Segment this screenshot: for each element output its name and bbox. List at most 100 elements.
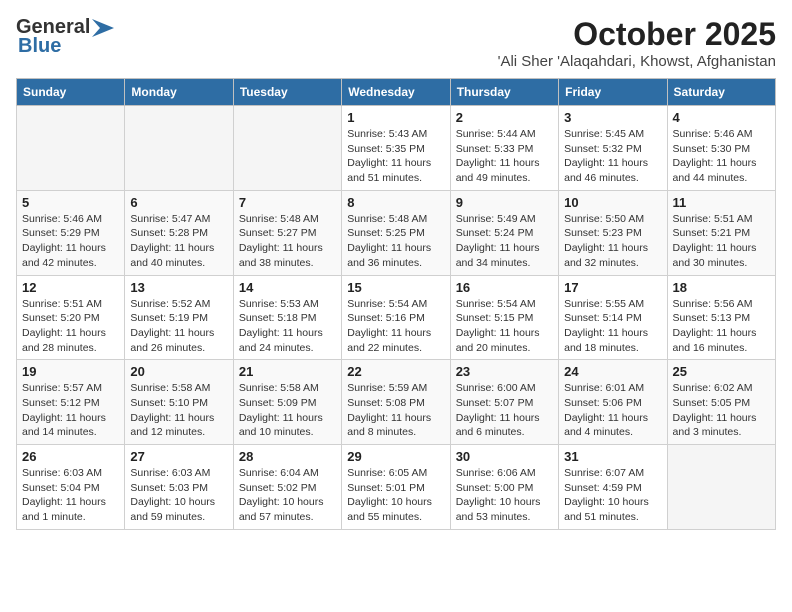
day-number: 28 xyxy=(239,449,336,464)
calendar-day-cell: 22 Sunrise: 5:59 AMSunset: 5:08 PMDayligh… xyxy=(342,360,450,445)
logo-arrow-icon xyxy=(92,19,114,37)
calendar-week-row: 26 Sunrise: 6:03 AMSunset: 5:04 PMDayligh… xyxy=(17,445,776,530)
calendar-day-cell: 29 Sunrise: 6:05 AMSunset: 5:01 PMDayligh… xyxy=(342,445,450,530)
day-number: 18 xyxy=(673,280,770,295)
calendar-day-cell: 25Sunrise: 6:02 AMSunset: 5:05 PMDayligh… xyxy=(667,360,775,445)
day-info: Sunrise: 5:48 AMSunset: 5:27 PMDaylight:… xyxy=(239,212,336,271)
day-number: 12 xyxy=(22,280,119,295)
day-info: Sunrise: 5:55 AMSunset: 5:14 PMDaylight:… xyxy=(564,297,661,356)
calendar-day-cell: 16 Sunrise: 5:54 AMSunset: 5:15 PMDayligh… xyxy=(450,275,558,360)
calendar-day-cell: 14 Sunrise: 5:53 AMSunset: 5:18 PMDayligh… xyxy=(233,275,341,360)
calendar-day-cell: 24 Sunrise: 6:01 AMSunset: 5:06 PMDayligh… xyxy=(559,360,667,445)
weekday-header: Sunday xyxy=(17,79,125,106)
calendar-day-cell: 7 Sunrise: 5:48 AMSunset: 5:27 PMDaylight… xyxy=(233,190,341,275)
calendar-day-cell: 19 Sunrise: 5:57 AMSunset: 5:12 PMDayligh… xyxy=(17,360,125,445)
calendar-week-row: 12 Sunrise: 5:51 AMSunset: 5:20 PMDayligh… xyxy=(17,275,776,360)
day-info: Sunrise: 5:51 AMSunset: 5:20 PMDaylight:… xyxy=(22,297,119,356)
day-number: 21 xyxy=(239,364,336,379)
day-info: Sunrise: 6:04 AMSunset: 5:02 PMDaylight:… xyxy=(239,466,336,525)
calendar-day-cell: 4 Sunrise: 5:46 AMSunset: 5:30 PMDaylight… xyxy=(667,106,775,191)
day-number: 20 xyxy=(130,364,227,379)
day-info: Sunrise: 5:50 AMSunset: 5:23 PMDaylight:… xyxy=(564,212,661,271)
calendar-day-cell: 31 Sunrise: 6:07 AMSunset: 4:59 PMDayligh… xyxy=(559,445,667,530)
calendar-day-cell: 17 Sunrise: 5:55 AMSunset: 5:14 PMDayligh… xyxy=(559,275,667,360)
day-info: Sunrise: 5:49 AMSunset: 5:24 PMDaylight:… xyxy=(456,212,553,271)
day-info: Sunrise: 6:06 AMSunset: 5:00 PMDaylight:… xyxy=(456,466,553,525)
calendar-week-row: 5 Sunrise: 5:46 AMSunset: 5:29 PMDaylight… xyxy=(17,190,776,275)
day-info: Sunrise: 5:53 AMSunset: 5:18 PMDaylight:… xyxy=(239,297,336,356)
calendar-day-cell: 27 Sunrise: 6:03 AMSunset: 5:03 PMDayligh… xyxy=(125,445,233,530)
day-info: Sunrise: 5:58 AMSunset: 5:09 PMDaylight:… xyxy=(239,381,336,440)
day-info: Sunrise: 5:48 AMSunset: 5:25 PMDaylight:… xyxy=(347,212,444,271)
weekday-header: Thursday xyxy=(450,79,558,106)
day-number: 10 xyxy=(564,195,661,210)
day-number: 22 xyxy=(347,364,444,379)
day-number: 1 xyxy=(347,110,444,125)
calendar-day-cell: 8 Sunrise: 5:48 AMSunset: 5:25 PMDaylight… xyxy=(342,190,450,275)
day-info: Sunrise: 5:54 AMSunset: 5:15 PMDaylight:… xyxy=(456,297,553,356)
calendar-day-cell: 1 Sunrise: 5:43 AMSunset: 5:35 PMDaylight… xyxy=(342,106,450,191)
day-info: Sunrise: 5:45 AMSunset: 5:32 PMDaylight:… xyxy=(564,127,661,186)
day-number: 27 xyxy=(130,449,227,464)
calendar-day-cell: 15 Sunrise: 5:54 AMSunset: 5:16 PMDayligh… xyxy=(342,275,450,360)
day-number: 14 xyxy=(239,280,336,295)
day-number: 19 xyxy=(22,364,119,379)
weekday-header: Saturday xyxy=(667,79,775,106)
day-number: 25 xyxy=(673,364,770,379)
calendar-day-cell: 18Sunrise: 5:56 AMSunset: 5:13 PMDayligh… xyxy=(667,275,775,360)
logo: General Blue xyxy=(16,16,114,58)
day-number: 8 xyxy=(347,195,444,210)
calendar-day-cell: 9 Sunrise: 5:49 AMSunset: 5:24 PMDaylight… xyxy=(450,190,558,275)
calendar-week-row: 1 Sunrise: 5:43 AMSunset: 5:35 PMDaylight… xyxy=(17,106,776,191)
calendar-table: SundayMondayTuesdayWednesdayThursdayFrid… xyxy=(16,78,776,530)
day-number: 17 xyxy=(564,280,661,295)
calendar-day-cell xyxy=(17,106,125,191)
day-info: Sunrise: 5:57 AMSunset: 5:12 PMDaylight:… xyxy=(22,381,119,440)
day-number: 2 xyxy=(456,110,553,125)
calendar-day-cell xyxy=(233,106,341,191)
day-number: 24 xyxy=(564,364,661,379)
day-info: Sunrise: 5:44 AMSunset: 5:33 PMDaylight:… xyxy=(456,127,553,186)
day-number: 26 xyxy=(22,449,119,464)
day-number: 9 xyxy=(456,195,553,210)
calendar-week-row: 19 Sunrise: 5:57 AMSunset: 5:12 PMDayligh… xyxy=(17,360,776,445)
day-number: 3 xyxy=(564,110,661,125)
day-info: Sunrise: 5:46 AMSunset: 5:30 PMDaylight:… xyxy=(673,127,770,186)
calendar-day-cell: 11 Sunrise: 5:51 AMSunset: 5:21 PMDayligh… xyxy=(667,190,775,275)
calendar-day-cell: 21 Sunrise: 5:58 AMSunset: 5:09 PMDayligh… xyxy=(233,360,341,445)
day-info: Sunrise: 5:54 AMSunset: 5:16 PMDaylight:… xyxy=(347,297,444,356)
day-info: Sunrise: 5:43 AMSunset: 5:35 PMDaylight:… xyxy=(347,127,444,186)
day-number: 5 xyxy=(22,195,119,210)
day-number: 23 xyxy=(456,364,553,379)
day-number: 7 xyxy=(239,195,336,210)
day-info: Sunrise: 6:05 AMSunset: 5:01 PMDaylight:… xyxy=(347,466,444,525)
day-info: Sunrise: 6:03 AMSunset: 5:04 PMDaylight:… xyxy=(22,466,119,525)
day-info: Sunrise: 6:01 AMSunset: 5:06 PMDaylight:… xyxy=(564,381,661,440)
day-number: 15 xyxy=(347,280,444,295)
day-number: 4 xyxy=(673,110,770,125)
day-number: 16 xyxy=(456,280,553,295)
page-subtitle: 'Ali Sher 'Alaqahdari, Khowst, Afghanist… xyxy=(498,53,776,70)
day-info: Sunrise: 6:03 AMSunset: 5:03 PMDaylight:… xyxy=(130,466,227,525)
day-info: Sunrise: 5:58 AMSunset: 5:10 PMDaylight:… xyxy=(130,381,227,440)
calendar-day-cell xyxy=(125,106,233,191)
day-number: 11 xyxy=(673,195,770,210)
weekday-header: Friday xyxy=(559,79,667,106)
day-info: Sunrise: 6:07 AMSunset: 4:59 PMDaylight:… xyxy=(564,466,661,525)
day-number: 31 xyxy=(564,449,661,464)
weekday-header: Tuesday xyxy=(233,79,341,106)
calendar-day-cell: 30 Sunrise: 6:06 AMSunset: 5:00 PMDayligh… xyxy=(450,445,558,530)
day-info: Sunrise: 5:51 AMSunset: 5:21 PMDaylight:… xyxy=(673,212,770,271)
calendar-day-cell: 6Sunrise: 5:47 AMSunset: 5:28 PMDaylight… xyxy=(125,190,233,275)
day-number: 29 xyxy=(347,449,444,464)
calendar-day-cell: 10 Sunrise: 5:50 AMSunset: 5:23 PMDayligh… xyxy=(559,190,667,275)
calendar-day-cell: 26 Sunrise: 6:03 AMSunset: 5:04 PMDayligh… xyxy=(17,445,125,530)
page-title: October 2025 xyxy=(498,16,776,53)
day-info: Sunrise: 5:59 AMSunset: 5:08 PMDaylight:… xyxy=(347,381,444,440)
day-info: Sunrise: 5:52 AMSunset: 5:19 PMDaylight:… xyxy=(130,297,227,356)
day-number: 30 xyxy=(456,449,553,464)
day-info: Sunrise: 5:46 AMSunset: 5:29 PMDaylight:… xyxy=(22,212,119,271)
day-number: 6 xyxy=(130,195,227,210)
calendar-day-cell: 12 Sunrise: 5:51 AMSunset: 5:20 PMDayligh… xyxy=(17,275,125,360)
calendar-day-cell: 13Sunrise: 5:52 AMSunset: 5:19 PMDayligh… xyxy=(125,275,233,360)
